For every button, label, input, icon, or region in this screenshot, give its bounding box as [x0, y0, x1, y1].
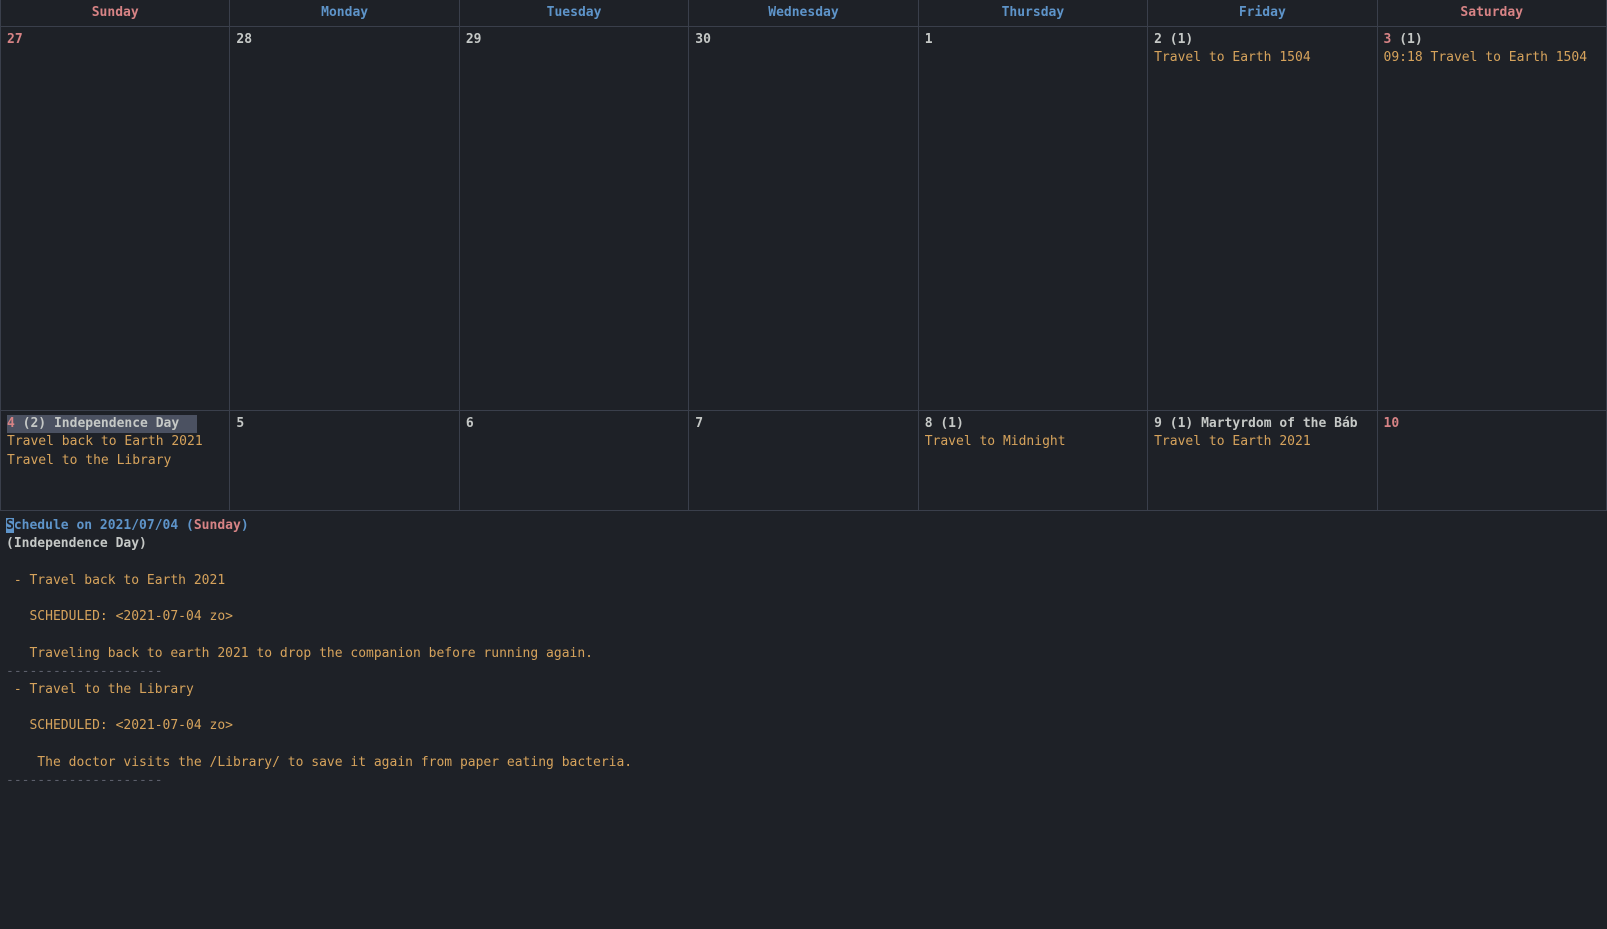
day-number: 3 — [1384, 32, 1400, 47]
day-header: 30 — [695, 32, 711, 47]
day-number: 7 — [695, 416, 703, 431]
weekday-header-friday: Friday — [1148, 0, 1377, 26]
event-count: (1) — [1399, 32, 1422, 47]
day-header: 4 (2) Independence Day — [7, 415, 197, 433]
weekday-header-tuesday: Tuesday — [460, 0, 689, 26]
calendar-grid: SundayMondayTuesdayWednesdayThursdayFrid… — [0, 0, 1607, 511]
calendar-event[interactable]: Travel to Midnight — [925, 433, 1141, 451]
schedule-panel: Schedule on 2021/07/04 (Sunday) (Indepen… — [0, 511, 1607, 796]
day-cell[interactable]: 6 — [460, 411, 689, 510]
calendar-event[interactable]: Travel to the Library — [7, 452, 223, 470]
schedule-divider: -------------------- — [6, 664, 163, 679]
day-cell[interactable]: 2 (1) Travel to Earth 1504 — [1148, 27, 1377, 410]
day-number: 2 — [1154, 32, 1170, 47]
day-cell[interactable]: 28 — [230, 27, 459, 410]
day-number: 29 — [466, 32, 482, 47]
calendar-event[interactable]: Travel back to Earth 2021 — [7, 433, 223, 451]
schedule-title: Schedule on 2021/07/04 (Sunday) — [6, 517, 1601, 535]
calendar-header-row: SundayMondayTuesdayWednesdayThursdayFrid… — [0, 0, 1607, 27]
schedule-body: - Travel back to Earth 2021 SCHEDULED: <… — [6, 554, 1601, 790]
day-header: 7 — [695, 416, 703, 431]
day-header: 6 — [466, 416, 474, 431]
event-count: (1) — [1170, 416, 1201, 431]
day-number: 6 — [466, 416, 474, 431]
day-header: 27 — [7, 32, 23, 47]
holiday-name: Martyrdom of the Báb — [1201, 416, 1358, 431]
day-cell[interactable]: 3 (1) 09:18 Travel to Earth 1504 — [1378, 27, 1607, 410]
weekday-header-saturday: Saturday — [1378, 0, 1607, 26]
day-header: 1 — [925, 32, 933, 47]
day-number: 30 — [695, 32, 711, 47]
event-count: (1) — [1170, 32, 1193, 47]
event-count: (2) — [23, 416, 54, 431]
calendar-event[interactable]: 09:18 Travel to Earth 1504 — [1384, 49, 1600, 67]
schedule-holiday: (Independence Day) — [6, 535, 1601, 553]
schedule-dow: Sunday — [194, 518, 241, 533]
day-header: 28 — [236, 32, 252, 47]
weekday-header-thursday: Thursday — [919, 0, 1148, 26]
day-header: 29 — [466, 32, 482, 47]
schedule-divider: -------------------- — [6, 773, 163, 788]
day-number: 8 — [925, 416, 941, 431]
day-header: 5 — [236, 416, 244, 431]
day-cell[interactable]: 8 (1) Travel to Midnight — [919, 411, 1148, 510]
day-cell[interactable]: 1 — [919, 27, 1148, 410]
day-header: 2 (1) — [1154, 32, 1193, 47]
day-cell[interactable]: 9 (1) Martyrdom of the Báb Travel to Eart… — [1148, 411, 1377, 510]
weekday-header-wednesday: Wednesday — [689, 0, 918, 26]
day-number: 28 — [236, 32, 252, 47]
schedule-title-text: chedule on 2021/07/04 — [14, 518, 186, 533]
day-header: 8 (1) — [925, 416, 964, 431]
day-cell[interactable]: 4 (2) Independence DayTravel back to Ear… — [0, 411, 230, 510]
day-cell[interactable]: 5 — [230, 411, 459, 510]
weekday-header-sunday: Sunday — [0, 0, 230, 26]
day-cell[interactable]: 7 — [689, 411, 918, 510]
day-number: 9 — [1154, 416, 1170, 431]
weekday-header-monday: Monday — [230, 0, 459, 26]
event-count: (1) — [940, 416, 963, 431]
calendar-event[interactable]: Travel to Earth 1504 — [1154, 49, 1370, 67]
paren-close: ) — [241, 518, 249, 533]
cursor: S — [6, 518, 14, 533]
day-number: 10 — [1384, 416, 1400, 431]
day-header: 10 — [1384, 416, 1400, 431]
day-number: 1 — [925, 32, 933, 47]
paren-open: ( — [186, 518, 194, 533]
week-row: 4 (2) Independence DayTravel back to Ear… — [0, 411, 1607, 511]
day-cell[interactable]: 30 — [689, 27, 918, 410]
day-header: 3 (1) — [1384, 32, 1423, 47]
day-cell[interactable]: 29 — [460, 27, 689, 410]
day-number: 5 — [236, 416, 244, 431]
day-number: 4 — [7, 416, 23, 431]
calendar-event[interactable]: Travel to Earth 2021 — [1154, 433, 1370, 451]
week-row: 27 28 29 30 1 2 (1) Travel to Earth 1504… — [0, 27, 1607, 411]
day-number: 27 — [7, 32, 23, 47]
day-cell[interactable]: 27 — [0, 27, 230, 410]
day-header: 9 (1) Martyrdom of the Báb — [1154, 416, 1358, 431]
day-cell[interactable]: 10 — [1378, 411, 1607, 510]
holiday-name: Independence Day — [54, 416, 179, 431]
